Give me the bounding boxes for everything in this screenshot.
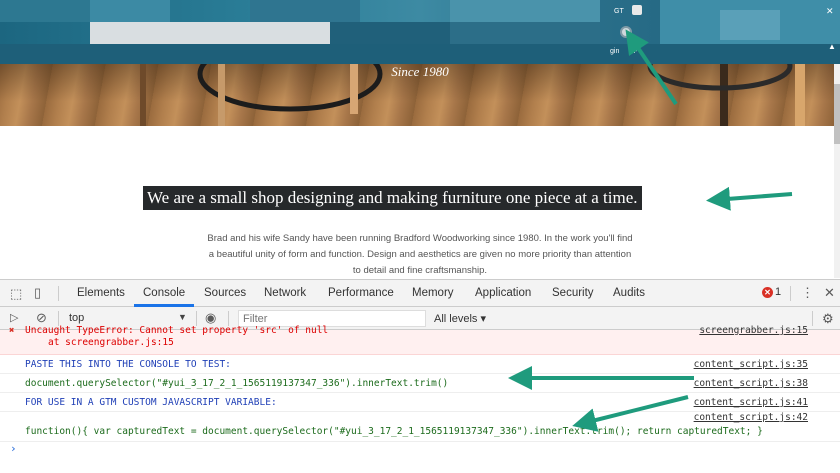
plus-icon[interactable]: + [632,46,637,56]
tab-security[interactable]: Security [552,287,594,299]
console-log-row: document.querySelector("#yui_3_17_2_1_15… [0,374,840,393]
error-row-icon: ✖ [9,326,15,336]
pixel-block [0,0,90,22]
error-count[interactable]: 1 [775,286,781,298]
extension-icon[interactable] [632,5,642,15]
pixel-block [450,0,600,22]
error-message: Uncaught TypeError: Cannot set property … [25,325,329,336]
console-log-row: PASTE THIS INTO THE CONSOLE TO TEST: con… [0,355,840,374]
console-error-row: ✖ Uncaught TypeError: Cannot set propert… [0,325,840,355]
hero-image: Since 1980 [0,64,840,126]
divider [58,311,59,326]
intro-paragraph: Brad and his wife Sandy have been runnin… [207,233,633,276]
tab-console[interactable]: Console [143,287,185,299]
pixel-block [720,10,780,40]
devtools-tab-bar: ⬚ ▯ Elements Console Sources Network Per… [0,280,840,307]
browser-top-bar: GT gin + ✕ ▲ [0,0,840,64]
tab-sources[interactable]: Sources [204,287,246,299]
device-toolbar-icon[interactable]: ▯ [34,286,41,299]
arrow-to-headline [706,186,793,211]
log-message: document.querySelector("#yui_3_17_2_1_15… [25,378,449,389]
tab-network[interactable]: Network [264,287,306,299]
clear-console-icon[interactable]: ⊘ [36,311,47,324]
page-scrollbar-thumb[interactable] [834,84,840,144]
error-icon[interactable]: ✕ [762,287,773,298]
chevron-up-icon[interactable]: ▲ [828,42,836,51]
console-log-row: FOR USE IN A GTM CUSTOM JAVASCRIPT VARIA… [0,393,840,412]
gear-icon[interactable]: ⚙ [822,311,834,327]
divider [196,311,197,326]
since-1980-text: Since 1980 [391,64,449,79]
tab-audits[interactable]: Audits [613,287,645,299]
error-source-link[interactable]: screengrabber.js:15 [699,325,808,336]
inspect-element-icon[interactable]: ⬚ [10,287,22,300]
log-source-link[interactable]: content_script.js:41 [694,397,808,408]
pixel-block [450,22,600,44]
pixel-block [0,44,840,64]
tab-application[interactable]: Application [475,287,531,299]
pixel-block [90,0,170,22]
divider [812,311,813,326]
pixel-block [330,22,450,44]
divider [228,311,229,326]
log-levels-dropdown[interactable]: All levels ▾ [434,312,486,325]
more-options-icon[interactable]: ⋮ [801,286,814,299]
extension-label-gin: gin [610,48,620,55]
tab-memory[interactable]: Memory [412,287,454,299]
pixel-block [90,22,330,44]
live-expression-eye-icon[interactable]: ◉ [205,311,216,324]
tab-performance[interactable]: Performance [328,287,394,299]
extension-gear-icon[interactable] [620,26,632,38]
chevron-down-icon[interactable]: ▼ [178,312,187,322]
sidebar-toggle-icon[interactable]: ▷ [10,312,18,325]
extension-label-gt: GT [614,8,624,15]
log-message: PASTE THIS INTO THE CONSOLE TO TEST: [25,359,231,370]
log-message: FOR USE IN A GTM CUSTOM JAVASCRIPT VARIA… [25,397,277,408]
log-source-link[interactable]: content_script.js:38 [694,378,808,389]
screenshot-root: GT gin + ✕ ▲ Since 1980 We are a small s… [0,0,840,473]
log-message: function(){ var capturedText = document.… [25,426,763,437]
error-stack-line[interactable]: at screengrabber.js:15 [48,337,174,348]
console-output: ✖ Uncaught TypeError: Cannot set propert… [0,325,840,473]
pixel-block [250,0,360,22]
log-source-link[interactable]: content_script.js:42 [694,412,808,423]
console-prompt-icon[interactable]: › [10,442,17,455]
divider [58,286,59,301]
close-devtools-icon[interactable]: ✕ [824,286,835,299]
tab-elements[interactable]: Elements [77,287,125,299]
console-log-row: content_script.js:42 function(){ var cap… [0,412,840,442]
log-source-link[interactable]: content_script.js:35 [694,359,808,370]
page-headline: We are a small shop designing and making… [143,186,642,210]
close-icon[interactable]: ✕ [826,6,834,17]
divider [790,286,791,301]
page-scrollbar[interactable] [834,64,840,278]
devtools-panel: ⬚ ▯ Elements Console Sources Network Per… [0,279,840,473]
